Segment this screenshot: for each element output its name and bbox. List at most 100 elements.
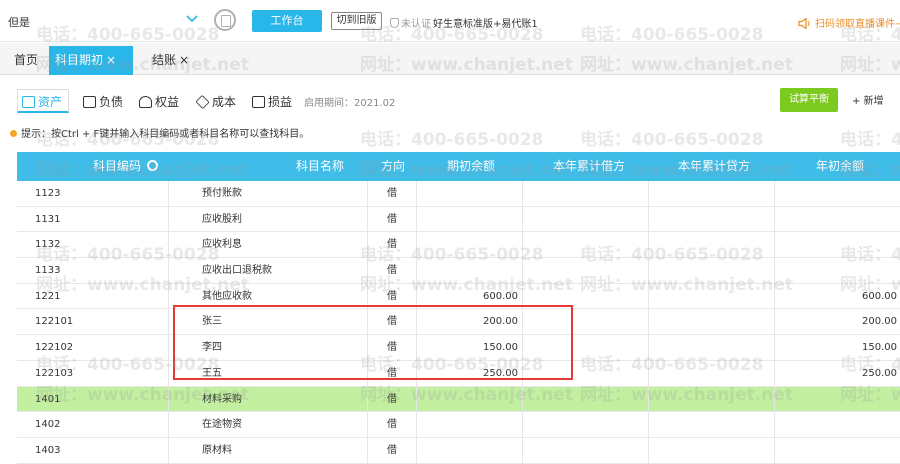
- trial-balance-button[interactable]: 试算平衡: [780, 88, 838, 112]
- cell-year-opening[interactable]: [777, 181, 897, 206]
- report-icon: [252, 96, 265, 108]
- cell-code: 1403: [35, 444, 61, 456]
- watermark-text: 网址：www.chanjet.net: [840, 275, 900, 295]
- column-divider: [774, 437, 775, 463]
- tab-profit-loss[interactable]: 损益: [247, 89, 299, 113]
- category-tabs: 资产 负债 权益 成本 损益: [0, 80, 900, 120]
- watermark-text: 网址：www.chanjet.net: [360, 160, 573, 180]
- cell-code: 1131: [35, 213, 61, 225]
- cell-name: 在途物资: [202, 419, 242, 431]
- column-divider: [168, 181, 169, 206]
- column-divider: [648, 206, 649, 232]
- watermark-text: 网址：www.chanjet.net: [580, 275, 793, 295]
- workbench-button[interactable]: 工作台: [252, 10, 322, 32]
- cell-year-opening[interactable]: [777, 207, 897, 232]
- cell-year-opening[interactable]: 200.00: [777, 309, 897, 334]
- tab-equity-label: 权益: [155, 95, 180, 109]
- cell-direction: 借: [387, 188, 397, 199]
- watermark-text: 网址：www.chanjet.net: [840, 55, 900, 75]
- tab-liabilities-label: 负债: [99, 95, 124, 109]
- watermark-text: 电话：400-665-0028: [360, 25, 544, 45]
- cell-code: 1123: [35, 188, 61, 199]
- column-divider: [367, 206, 368, 232]
- watermark-text: 电话：400-665-0028: [580, 25, 764, 45]
- column-divider: [648, 412, 649, 437]
- tab-home-label: 首页: [14, 53, 39, 67]
- cell-name: 预付账款: [202, 188, 242, 199]
- watermark-text: 电话：400-665-0028: [580, 245, 764, 265]
- watermark-text: 网址：www.chanjet.net: [360, 385, 573, 405]
- tab-assets[interactable]: 资产: [17, 89, 70, 113]
- watermark-text: 网址：www.chanjet.net: [360, 275, 573, 295]
- cell-code: 1402: [35, 419, 61, 431]
- cell-ytd-debit[interactable]: [497, 181, 647, 206]
- cell-year-opening[interactable]: [777, 412, 897, 437]
- column-divider: [168, 412, 169, 437]
- watermark-text: 网址：www.chanjet.net: [580, 385, 793, 405]
- cell-ytd-credit[interactable]: [652, 309, 772, 334]
- watermark-text: 网址：www.chanjet.net: [360, 55, 573, 75]
- watermark-text: 电话：400-665-0028: [840, 245, 900, 265]
- cell-ytd-credit[interactable]: [652, 438, 772, 463]
- tab-liabilities[interactable]: 负债: [78, 89, 130, 113]
- watermark-text: 电话：400-665-0028: [580, 130, 764, 150]
- cell-ytd-debit[interactable]: [497, 207, 647, 232]
- watermark-text: 网址：www.chanjet.net: [36, 275, 249, 295]
- cell-ytd-credit[interactable]: [652, 412, 772, 437]
- cell-ytd-credit[interactable]: [652, 207, 772, 232]
- start-period: 启用期间：2021.02: [304, 98, 396, 109]
- watermark-text: 电话：400-665-0028: [36, 25, 220, 45]
- add-button[interactable]: + 新增: [852, 92, 884, 107]
- column-divider: [774, 232, 775, 258]
- column-divider: [367, 412, 368, 437]
- col-name: 科目名称: [296, 159, 345, 173]
- column-divider: [648, 309, 649, 335]
- table-row[interactable]: 1402 在途物资 借: [17, 412, 900, 438]
- cell-ytd-debit[interactable]: [497, 412, 647, 437]
- column-divider: [774, 309, 775, 335]
- table-row[interactable]: 1403 原材料 借: [17, 437, 900, 464]
- assets-icon: [22, 96, 35, 108]
- cell-year-opening[interactable]: [777, 438, 897, 463]
- column-divider: [774, 181, 775, 206]
- tab-profit-loss-label: 损益: [268, 95, 293, 109]
- company-name[interactable]: 但是: [8, 14, 30, 30]
- cell-name: 应收股利: [202, 213, 242, 225]
- watermark-text: 网址：www.chanjet.net: [840, 160, 900, 180]
- person-icon: [139, 96, 152, 108]
- column-divider: [168, 437, 169, 463]
- watermark-text: 电话：400-665-0028: [36, 355, 220, 375]
- table-row[interactable]: 1123 预付账款 借: [17, 181, 900, 207]
- watermark-text: 电话：400-665-0028: [840, 355, 900, 375]
- cell-direction: 借: [387, 213, 397, 225]
- watermark-text: 网址：www.chanjet.net: [36, 55, 249, 75]
- column-divider: [774, 412, 775, 437]
- cell-name: 原材料: [202, 444, 232, 456]
- layers-icon: [195, 94, 210, 110]
- cell-ytd-credit[interactable]: [652, 181, 772, 206]
- tab-equity[interactable]: 权益: [134, 89, 186, 113]
- liabilities-icon: [83, 96, 96, 108]
- column-divider: [774, 335, 775, 360]
- cell-direction: 借: [387, 419, 397, 431]
- column-divider: [648, 181, 649, 206]
- column-divider: [774, 206, 775, 232]
- watermark-text: 电话：400-665-0028: [840, 130, 900, 150]
- table-row[interactable]: 1131 应收股利 借: [17, 206, 900, 233]
- speaker-icon: [798, 18, 810, 29]
- column-divider: [367, 181, 368, 206]
- watermark-text: 网址：www.chanjet.net: [36, 385, 249, 405]
- info-icon: [10, 130, 17, 137]
- watermark-text: 网址：www.chanjet.net: [580, 55, 793, 75]
- tab-assets-label: 资产: [38, 95, 63, 109]
- cell-code: 122101: [35, 316, 74, 328]
- tab-cost[interactable]: 成本: [191, 89, 243, 113]
- watermark-text: 电话：400-665-0028: [360, 355, 544, 375]
- watermark-text: 网址：www.chanjet.net: [36, 160, 249, 180]
- cell-ytd-debit[interactable]: [497, 438, 647, 463]
- tab-cost-label: 成本: [212, 95, 237, 109]
- watermark-text: 网址：www.chanjet.net: [580, 160, 793, 180]
- watermark-text: 电话：400-665-0028: [360, 130, 544, 150]
- watermark-text: 电话：400-665-0028: [360, 245, 544, 265]
- column-divider: [367, 437, 368, 463]
